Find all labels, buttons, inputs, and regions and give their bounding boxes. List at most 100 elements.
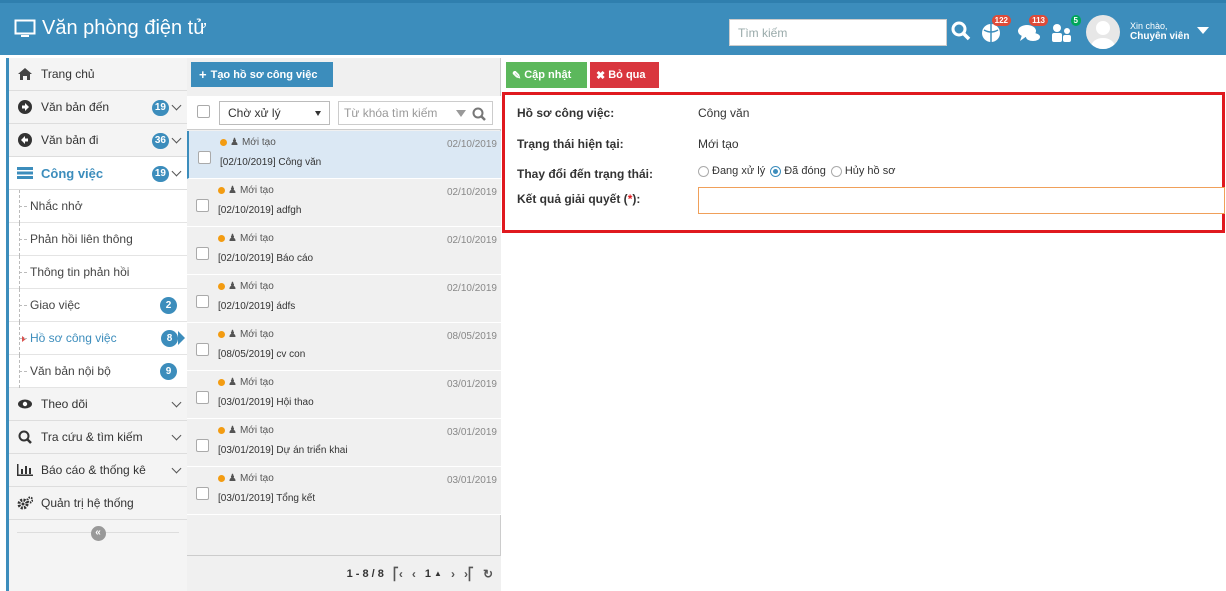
filter-dropdown-icon[interactable] [456, 110, 466, 117]
sidebar-label: Công việc [41, 165, 104, 181]
sidebar-item-lookup[interactable]: Tra cứu & tìm kiếm [9, 421, 187, 454]
notification-globe-icon[interactable]: 122 [979, 15, 1011, 44]
current-page: 1 [424, 567, 432, 580]
select-all-checkbox[interactable] [197, 105, 210, 118]
sidebar-collapse-row: « [9, 520, 187, 546]
item-title: [02/10/2019] adfgh [218, 205, 302, 216]
list-item[interactable]: ♟ Mới tạo [02/10/2019] Công văn 02/10/201… [187, 131, 501, 179]
list-item[interactable]: ♟ Mới tạo [08/05/2019] cv con 08/05/2019 [187, 323, 501, 371]
item-title: [03/01/2019] Dự án triển khai [218, 445, 348, 456]
status-text: Mới tạo [239, 473, 274, 484]
caret-up-icon: ▲ [434, 569, 442, 578]
user-icon: ♟ [228, 473, 237, 484]
row-checkbox[interactable] [196, 343, 209, 356]
list-item[interactable]: ♟ Mới tạo [02/10/2019] adfgh 02/10/2019 [187, 179, 501, 227]
chat-badge: 113 [1029, 15, 1048, 26]
app-title[interactable]: Văn phòng điện tử [14, 17, 207, 40]
item-status: ♟ Mới tạo [220, 137, 276, 148]
count-badge: 9 [160, 363, 177, 380]
sidebar-label: Quản trị hệ thống [41, 496, 134, 510]
sidebar-item-internal-docs[interactable]: Văn bản nội bộ 9 [9, 355, 187, 388]
update-button[interactable]: ✎ Cập nhật [506, 62, 587, 88]
search-input[interactable] [738, 25, 946, 40]
result-input[interactable] [698, 187, 1225, 214]
prev-page-icon[interactable]: ‹ [412, 567, 416, 581]
avatar[interactable] [1086, 15, 1120, 49]
sidebar-item-reminders[interactable]: Nhắc nhở [9, 190, 187, 223]
create-work-file-button[interactable]: + Tạo hồ sơ công việc [191, 62, 333, 87]
notification-badge: 122 [991, 15, 1011, 26]
sidebar-item-follow[interactable]: Theo dõi [9, 388, 187, 421]
item-date: 03/01/2019 [446, 427, 497, 438]
sidebar-label: Theo dõi [41, 397, 88, 411]
gears-icon [17, 496, 33, 510]
radio-cancel-file[interactable]: Hủy hồ sơ [830, 165, 895, 177]
sidebar-item-home[interactable]: Trang chủ [9, 58, 187, 91]
plus-icon: + [199, 67, 207, 82]
people-icon[interactable]: 5 [1049, 15, 1081, 44]
radio-processing[interactable]: Đang xử lý [698, 165, 765, 177]
result-label-text: Kết quả giải quyết ( [517, 192, 628, 206]
status-filter-value: Chờ xử lý [228, 106, 281, 120]
count-badge: 8 [161, 330, 178, 347]
edit-icon: ✎ [512, 69, 522, 82]
cancel-button-label: Bỏ qua [608, 69, 646, 81]
user-greeting[interactable]: Xin chào, Chuyên viên [1130, 21, 1189, 42]
status-dot-icon [218, 331, 225, 338]
row-checkbox[interactable] [196, 391, 209, 404]
sidebar-item-outgoing[interactable]: Văn bản đi 36 [9, 124, 187, 157]
status-text: Mới tạo [239, 425, 274, 436]
sidebar-item-reports[interactable]: Báo cáo & thống kê [9, 454, 187, 487]
sidebar-item-feedback-info[interactable]: Thông tin phản hồi [9, 256, 187, 289]
sidebar-item-incoming[interactable]: Văn bản đến 19 [9, 91, 187, 124]
user-icon: ♟ [228, 329, 237, 340]
radio-button[interactable] [830, 165, 842, 177]
sidebar-label: Hồ sơ công việc [30, 331, 117, 345]
status-dot-icon [218, 379, 225, 386]
list-item[interactable]: ♟ Mới tạo [03/01/2019] Hội thao 03/01/201… [187, 371, 501, 419]
list-item[interactable]: ♟ Mới tạo [02/10/2019] Báo cáo 02/10/2019 [187, 227, 501, 275]
status-text: Mới tạo [239, 329, 274, 340]
keyword-search-input[interactable]: Từ khóa tìm kiếm [338, 101, 493, 125]
sidebar-label: Trang chủ [41, 67, 95, 81]
sidebar-label: Văn bản đi [41, 133, 99, 147]
row-checkbox[interactable] [196, 295, 209, 308]
sidebar-item-linked-feedback[interactable]: Phản hồi liên thông [9, 223, 187, 256]
collapse-icon[interactable]: « [90, 525, 106, 541]
page-select[interactable]: 1 ▲ [425, 568, 442, 580]
row-checkbox[interactable] [198, 151, 211, 164]
status-filter-select[interactable]: Chờ xử lý [219, 101, 330, 125]
list-item[interactable]: ♟ Mới tạo [03/01/2019] Dự án triển khai 0… [187, 419, 501, 467]
search-box[interactable] [729, 19, 947, 46]
search-icon[interactable] [951, 20, 971, 42]
radio-button-selected[interactable] [770, 165, 782, 177]
item-date: 03/01/2019 [446, 379, 497, 390]
list-item[interactable]: ♟ Mới tạo [02/10/2019] ádfs 02/10/2019 [187, 275, 501, 323]
radio-button[interactable] [698, 165, 709, 177]
list-item[interactable]: ♟ Mới tạo [03/01/2019] Tổng kết 03/01/201… [187, 467, 501, 515]
row-checkbox[interactable] [196, 247, 209, 260]
radio-closed[interactable]: Đã đóng [770, 165, 826, 177]
cancel-button[interactable]: ✖ Bỏ qua [590, 62, 659, 88]
row-checkbox[interactable] [196, 439, 209, 452]
search-icon[interactable] [472, 106, 486, 128]
count-badge: 19 [151, 100, 169, 116]
count-badge: 2 [160, 297, 177, 314]
sidebar-item-assign[interactable]: Giao việc 2 [9, 289, 187, 322]
chat-icon[interactable]: 113 [1016, 15, 1048, 44]
sidebar-item-work-files[interactable]: Hồ sơ công việc 8 [9, 322, 187, 355]
row-checkbox[interactable] [196, 199, 209, 212]
refresh-icon[interactable]: ↻ [483, 567, 493, 581]
create-button-label: Tạo hồ sơ công việc [210, 68, 318, 81]
last-page-icon[interactable]: ›⎡ [464, 567, 474, 581]
monitor-icon [14, 19, 36, 39]
next-page-icon[interactable]: › [451, 567, 455, 581]
sidebar-item-work[interactable]: Công việc 19 [9, 157, 187, 190]
result-label: Kết quả giải quyết (*): [517, 192, 640, 206]
user-menu-caret-icon[interactable] [1197, 27, 1209, 34]
bar-chart-icon [17, 464, 33, 476]
first-page-icon[interactable]: ⎡‹ [393, 567, 403, 581]
user-icon: ♟ [228, 233, 237, 244]
row-checkbox[interactable] [196, 487, 209, 500]
sidebar-item-admin[interactable]: Quản trị hệ thống [9, 487, 187, 520]
